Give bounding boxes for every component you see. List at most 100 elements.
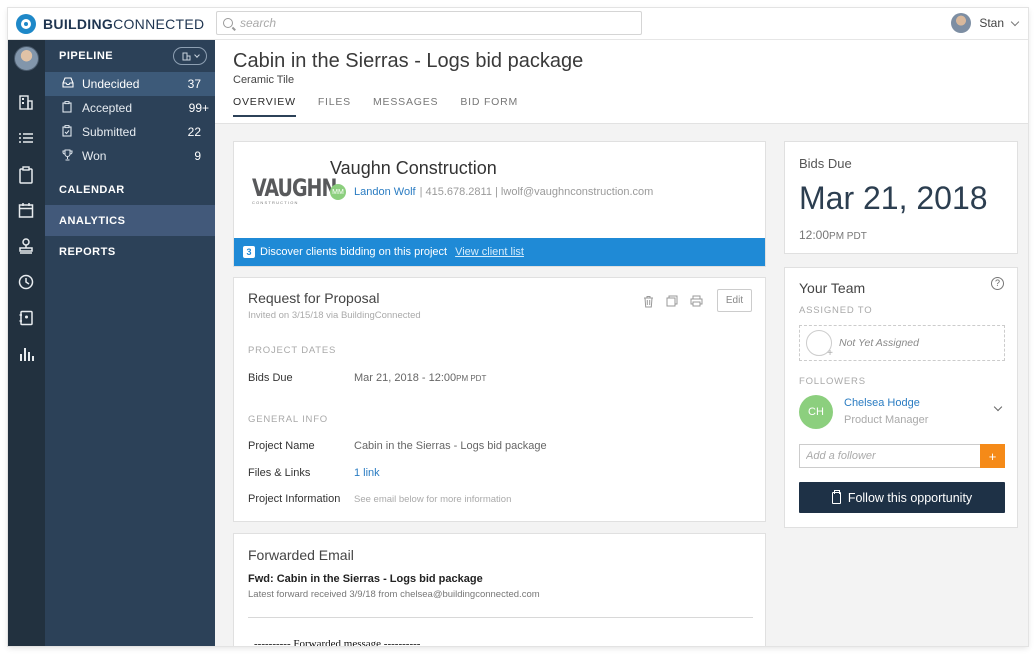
follower-role: Product Manager bbox=[844, 414, 929, 426]
copy-icon[interactable] bbox=[665, 295, 679, 309]
tab-bid-form[interactable]: BID FORM bbox=[460, 96, 518, 117]
bids-due-value: Mar 21, 2018 - 12:00PM PDT bbox=[354, 372, 487, 384]
tab-overview[interactable]: OVERVIEW bbox=[233, 96, 296, 117]
project-header: Cabin in the Sierras - Logs bid package … bbox=[215, 40, 1028, 124]
project-info-label: Project Information bbox=[248, 493, 341, 505]
clock-icon[interactable] bbox=[17, 274, 35, 292]
brand-name: BUILDINGCONNECTED bbox=[43, 16, 205, 32]
files-link[interactable]: 1 link bbox=[354, 467, 380, 479]
nav-calendar[interactable]: CALENDAR bbox=[45, 174, 215, 205]
divider bbox=[248, 617, 753, 618]
assign-user-slot[interactable]: Not Yet Assigned bbox=[799, 325, 1005, 361]
nav-analytics[interactable]: ANALYTICS bbox=[45, 205, 215, 236]
rfp-invited: Invited on 3/15/18 via BuildingConnected bbox=[248, 310, 421, 321]
count-badge: 22 bbox=[187, 125, 201, 139]
bids-due-label: Bids Due bbox=[248, 372, 293, 384]
top-bar: BUILDINGCONNECTED Stan bbox=[8, 8, 1028, 40]
clipboard-icon[interactable] bbox=[17, 166, 35, 184]
contact-name-link[interactable]: Landon Wolf bbox=[354, 186, 416, 198]
banner-count: 3 bbox=[243, 246, 255, 258]
chevron-down-icon bbox=[193, 51, 200, 58]
chevron-down-icon bbox=[1010, 17, 1020, 26]
client-card: VAUGHN CONSTRUCTION Vaughn Construction … bbox=[233, 141, 766, 267]
forwarded-email-card: Forwarded Email Fwd: Cabin in the Sierra… bbox=[233, 533, 766, 646]
sidebar-item-undecided[interactable]: Undecided 37 bbox=[45, 72, 215, 96]
project-name-label: Project Name bbox=[248, 440, 315, 452]
view-toggle[interactable] bbox=[173, 47, 207, 65]
view-client-list-link[interactable]: View client list bbox=[455, 246, 524, 258]
pipeline-label: PIPELINE bbox=[59, 50, 114, 62]
client-logo: VAUGHN CONSTRUCTION bbox=[252, 176, 337, 206]
sidebar-item-label: Won bbox=[82, 149, 107, 163]
print-icon[interactable] bbox=[689, 295, 703, 309]
nav-reports[interactable]: REPORTS bbox=[45, 236, 215, 267]
email-subject: Fwd: Cabin in the Sierras - Logs bid pac… bbox=[248, 573, 483, 585]
stamp-icon[interactable] bbox=[17, 238, 35, 256]
project-name-value: Cabin in the Sierras - Logs bid package bbox=[354, 440, 547, 452]
sidebar-item-label: Undecided bbox=[82, 77, 140, 91]
not-assigned-text: Not Yet Assigned bbox=[839, 337, 919, 349]
files-links-label: Files & Links bbox=[248, 467, 311, 479]
bids-due-date: Mar 21, 2018 bbox=[799, 180, 988, 216]
analytics-icon[interactable] bbox=[17, 346, 35, 364]
page-title: Cabin in the Sierras - Logs bid package bbox=[233, 50, 584, 72]
pipeline-header: PIPELINE bbox=[45, 40, 215, 72]
follower-avatar: CH bbox=[799, 395, 833, 429]
bids-due-heading: Bids Due bbox=[799, 156, 852, 171]
assigned-to-label: ASSIGNED TO bbox=[799, 305, 873, 316]
add-follower-button[interactable]: + bbox=[980, 444, 1005, 468]
rfp-toolbar bbox=[631, 295, 703, 309]
sidebar-item-submitted[interactable]: Submitted 22 bbox=[45, 120, 215, 144]
user-name: Stan bbox=[979, 16, 1004, 30]
discover-banner: 3 Discover clients bidding on this proje… bbox=[234, 238, 765, 266]
count-badge: 37 bbox=[187, 77, 201, 91]
inbox-icon bbox=[62, 77, 75, 91]
sidebar-item-accepted[interactable]: Accepted 99+ bbox=[45, 96, 215, 120]
clipboard-icon bbox=[831, 489, 841, 504]
address-book-icon[interactable] bbox=[17, 310, 35, 328]
user-avatar bbox=[951, 13, 972, 33]
user-menu[interactable]: Stan bbox=[951, 13, 1020, 33]
follower-name[interactable]: Chelsea Hodge bbox=[844, 397, 920, 409]
edit-button[interactable]: Edit bbox=[717, 289, 752, 312]
brand[interactable]: BUILDINGCONNECTED bbox=[16, 14, 204, 34]
app-window: BUILDINGCONNECTED Stan bbox=[8, 8, 1028, 646]
followers-label: FOLLOWERS bbox=[799, 376, 866, 387]
icon-rail bbox=[8, 40, 45, 646]
help-icon[interactable]: ? bbox=[991, 277, 1004, 290]
main-content: Cabin in the Sierras - Logs bid package … bbox=[215, 40, 1028, 646]
search-icon bbox=[223, 18, 233, 28]
trash-icon[interactable] bbox=[641, 295, 655, 309]
tab-messages[interactable]: MESSAGES bbox=[373, 96, 438, 117]
building-icon[interactable] bbox=[17, 94, 35, 112]
forwarded-email-title: Forwarded Email bbox=[248, 547, 354, 563]
list-icon[interactable] bbox=[17, 130, 35, 148]
bids-due-card: Bids Due Mar 21, 2018 12:00PM PDT bbox=[784, 141, 1018, 254]
search-input[interactable] bbox=[240, 16, 620, 30]
sidebar-item-won[interactable]: Won 9 bbox=[45, 144, 215, 168]
search-box[interactable] bbox=[216, 11, 642, 35]
chevron-down-icon[interactable] bbox=[993, 402, 1003, 412]
rfp-card: Request for Proposal Invited on 3/15/18 … bbox=[233, 277, 766, 522]
tab-files[interactable]: FILES bbox=[318, 96, 351, 117]
count-badge: 9 bbox=[194, 149, 201, 163]
sidebar-item-label: Accepted bbox=[82, 101, 133, 115]
add-follower-row: + bbox=[799, 444, 1005, 468]
profile-avatar[interactable] bbox=[14, 46, 39, 71]
email-meta: Latest forward received 3/9/18 from chel… bbox=[248, 589, 540, 600]
client-contact: MM Landon Wolf | 415.678.2811 | lwolf@va… bbox=[330, 184, 653, 200]
sidebar-item-label: Submitted bbox=[82, 125, 137, 139]
brand-logo-icon bbox=[16, 14, 36, 34]
calendar-icon[interactable] bbox=[17, 202, 35, 220]
count-badge: 99+ bbox=[188, 101, 209, 115]
banner-text: Discover clients bidding on this project bbox=[260, 246, 448, 258]
contact-details: | 415.678.2811 | lwolf@vaughnconstructio… bbox=[419, 186, 654, 198]
general-info-label: GENERAL INFO bbox=[248, 414, 328, 425]
follower-item[interactable]: CH Chelsea Hodge Product Manager bbox=[799, 395, 1005, 431]
rfp-title: Request for Proposal bbox=[248, 290, 380, 306]
follow-opportunity-button[interactable]: Follow this opportunity bbox=[799, 482, 1005, 513]
team-title: Your Team bbox=[799, 280, 866, 296]
email-body: ---------- Forwarded message ---------- bbox=[254, 638, 421, 646]
add-follower-input[interactable] bbox=[799, 444, 980, 468]
project-dates-label: PROJECT DATES bbox=[248, 345, 337, 356]
